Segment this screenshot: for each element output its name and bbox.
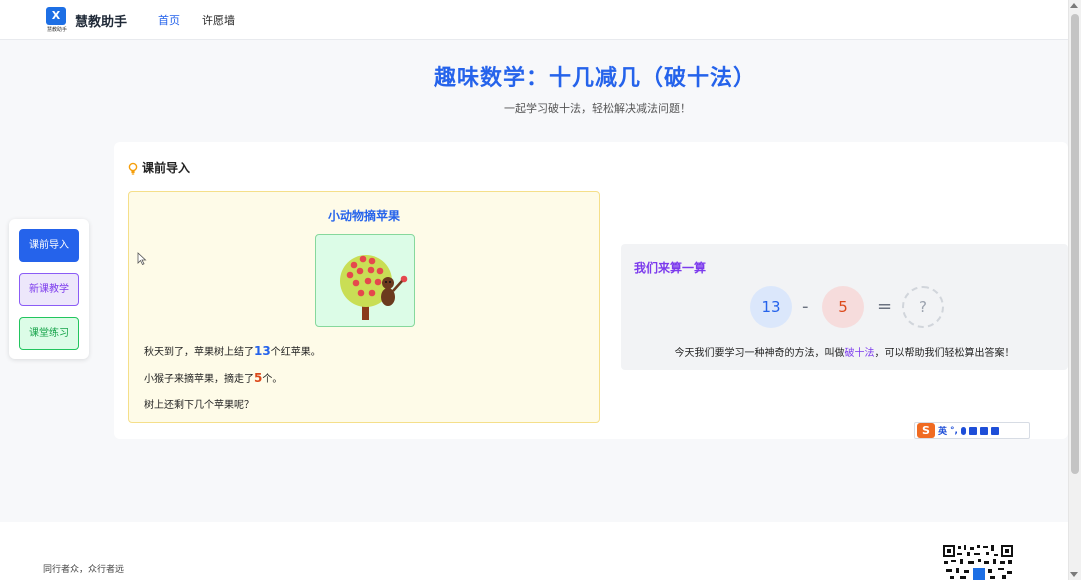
section-header: 课前导入 [128,159,190,176]
nav-new-lesson-button[interactable]: 新课教学 [19,273,79,306]
answer-placeholder: ? [902,286,944,328]
nav-home[interactable]: 首页 [158,12,180,28]
logo-mark: X [46,7,66,25]
equals-sign: = [877,296,893,317]
nav-wish-wall[interactable]: 许愿墙 [202,12,235,28]
subtrahend-circle: 5 [822,286,864,328]
scroll-up-arrow-icon[interactable] [1070,3,1078,8]
minuend-circle: 13 [750,286,792,328]
lesson-section-nav: 课前导入 新课教学 课堂练习 [9,219,89,359]
keyboard-icon[interactable] [968,426,977,435]
app-logo[interactable]: X 慧教助手 [46,7,68,33]
punctuation-icon[interactable]: °, [950,426,958,436]
nav-practice-button[interactable]: 课堂练习 [19,317,79,350]
top-navbar: X 慧教助手 慧教助手 首页 许愿墙 [0,0,1068,40]
page-subtitle: 一起学习破十法，轻松解决减法问题！ [504,102,691,115]
toolbox-grid-icon[interactable] [990,426,999,435]
method-highlight: 破十法 [844,348,875,359]
logo-subtext: 慧教助手 [46,27,67,33]
microphone-icon[interactable] [960,426,966,435]
qr-code-image [942,544,1014,580]
story-box: 小动物摘苹果 秋天到了，苹果树上结了13个红苹果。 小猴子来摘苹果，摘走了5个。 [128,191,600,423]
calculation-panel: 我们来算一算 13 - 5 = ? 今天我们要学习一种神奇的方法，叫做破十法，可… [621,244,1068,370]
page-footer: 同行者众，众行者远 [0,522,1068,580]
sogou-logo-icon[interactable]: S [917,423,935,438]
apple-count-total: 13 [254,344,271,358]
story-line-3: 树上还剩下几个苹果呢？ [144,400,254,411]
lightbulb-icon [128,161,138,175]
mouse-cursor-icon [137,251,147,266]
nav-intro-button[interactable]: 课前导入 [19,229,79,262]
ime-language-toggle[interactable]: 英 [938,424,947,437]
skin-icon[interactable] [979,426,988,435]
ime-toolbar[interactable]: S 英 °, [914,422,1030,439]
story-title: 小动物摘苹果 [327,209,400,223]
footer-slogan: 同行者众，众行者远 [43,565,125,575]
page-title: 趣味数学：十几减几（破十法） [433,66,756,91]
brand-name[interactable]: 慧教助手 [75,11,127,30]
calc-title: 我们来算一算 [634,261,707,275]
story-line-1: 秋天到了，苹果树上结了13个红苹果。 [144,344,321,358]
apple-tree-illustration [315,234,415,327]
scroll-down-arrow-icon[interactable] [1070,572,1078,577]
story-line-2: 小猴子来摘苹果，摘走了5个。 [144,371,283,385]
minus-sign: - [802,296,809,317]
section-title: 课前导入 [142,161,191,175]
calc-description: 今天我们要学习一种神奇的方法，叫做破十法，可以帮助我们轻松算出答案！ [674,348,1015,359]
